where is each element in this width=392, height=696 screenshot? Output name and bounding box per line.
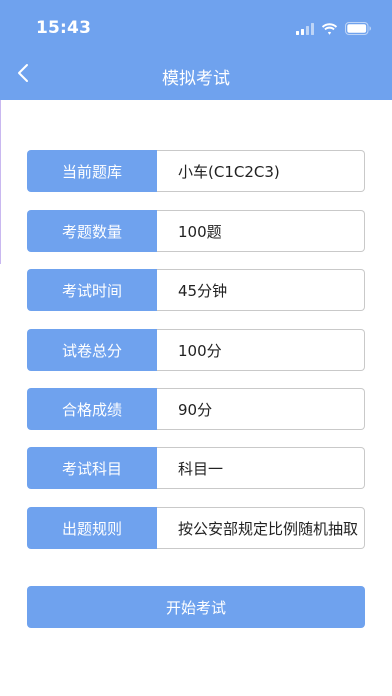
info-value: 90分 [157,388,365,430]
info-row-exam-subject: 考试科目 科目一 [27,447,365,489]
info-value: 按公安部规定比例随机抽取 [157,507,365,549]
cellular-signal-icon [296,20,314,39]
info-label: 考题数量 [27,210,157,252]
info-row-question-count: 考题数量 100题 [27,210,365,252]
status-bar: 15:43 [0,0,392,50]
info-value: 小车(C1C2C3) [157,150,365,192]
status-icons [296,20,372,39]
status-time: 15:43 [36,18,92,38]
header: 15:43 模拟考试 [0,0,392,100]
info-label: 出题规则 [27,507,157,549]
page-title: 模拟考试 [162,69,230,89]
info-row-exam-time: 考试时间 45分钟 [27,269,365,311]
info-row-question-rule: 出题规则 按公安部规定比例随机抽取 [27,507,365,549]
info-row-passing-score: 合格成绩 90分 [27,388,365,430]
info-label: 考试科目 [27,447,157,489]
info-value: 100分 [157,329,365,371]
info-value: 科目一 [157,447,365,489]
info-value: 45分钟 [157,269,365,311]
info-label: 试卷总分 [27,329,157,371]
info-label: 考试时间 [27,269,157,311]
left-edge-accent [0,100,1,264]
info-row-total-score: 试卷总分 100分 [27,329,365,371]
info-row-question-bank: 当前题库 小车(C1C2C3) [27,150,365,192]
wifi-icon [321,20,338,39]
info-label: 合格成绩 [27,388,157,430]
nav-bar: 模拟考试 [0,50,392,100]
start-exam-button[interactable]: 开始考试 [27,586,365,628]
info-label: 当前题库 [27,150,157,192]
battery-icon [345,20,372,39]
info-value: 100题 [157,210,365,252]
